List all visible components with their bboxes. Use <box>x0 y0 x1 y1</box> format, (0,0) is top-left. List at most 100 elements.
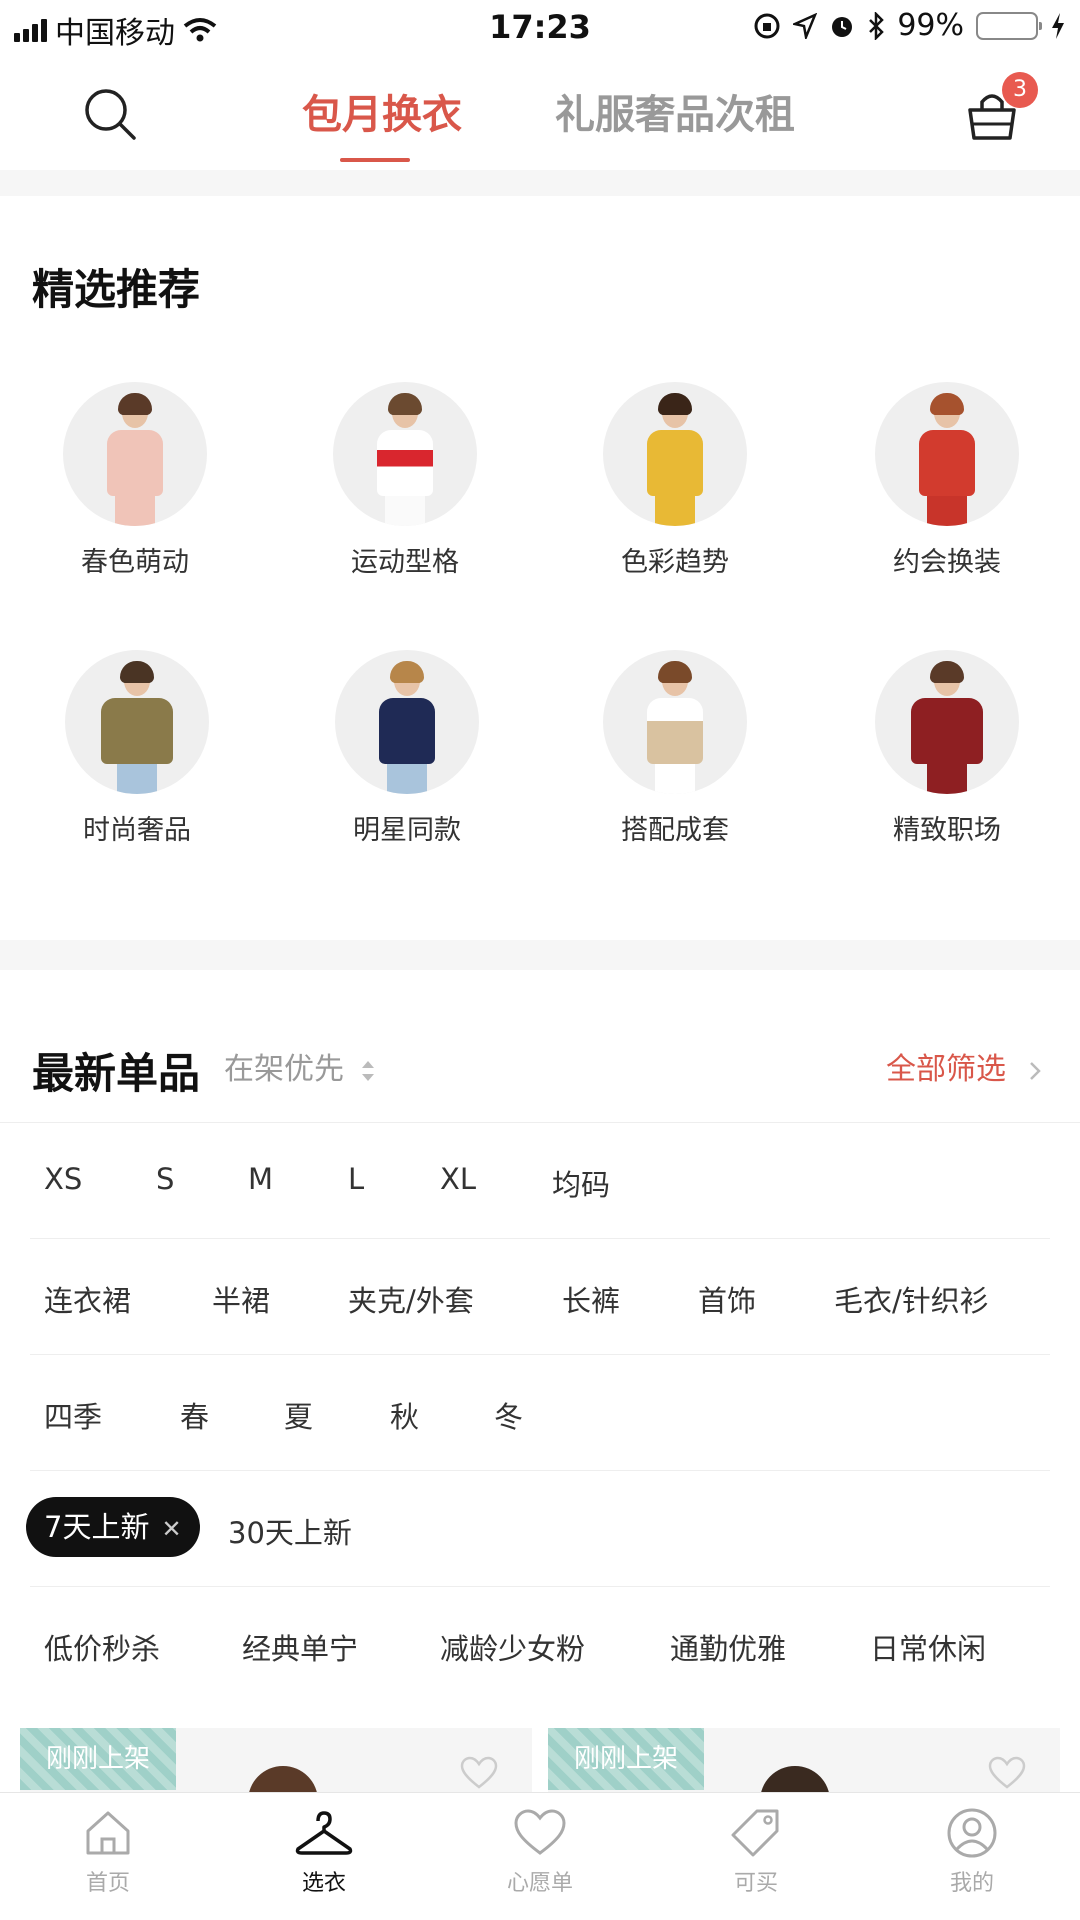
size-chip[interactable]: L <box>348 1162 364 1196</box>
tab-label: 我的 <box>949 1871 994 1896</box>
category-image <box>63 382 207 526</box>
season-chip[interactable]: 四季 <box>44 1394 102 1436</box>
category-label: 约会换装 <box>893 547 1001 578</box>
battery-percent: 99% <box>897 8 964 43</box>
category-item[interactable]: 时尚奢品 <box>37 650 237 847</box>
tab-home[interactable]: 首页 <box>48 1807 168 1897</box>
hanger-icon <box>295 1811 353 1855</box>
type-chip[interactable]: 连衣裙 <box>44 1278 131 1320</box>
category-image <box>65 650 209 794</box>
category-label: 色彩趋势 <box>621 547 729 578</box>
size-chip[interactable]: XS <box>44 1162 82 1196</box>
close-icon[interactable]: ✕ <box>161 1515 181 1543</box>
heart-icon[interactable] <box>988 1756 1026 1790</box>
style-chip[interactable]: 减龄少女粉 <box>440 1626 585 1668</box>
active-tab-indicator <box>340 158 410 162</box>
latest-title: 最新单品 <box>32 1049 201 1098</box>
tab-profile[interactable]: 我的 <box>912 1807 1032 1897</box>
category-image <box>603 650 747 794</box>
season-chip[interactable]: 冬 <box>494 1394 523 1436</box>
divider <box>30 1470 1050 1471</box>
heart-icon <box>514 1809 566 1855</box>
season-chip[interactable]: 夏 <box>284 1394 313 1436</box>
tag-icon <box>731 1809 779 1857</box>
category-image <box>335 650 479 794</box>
chevron-right-icon <box>1029 1061 1041 1080</box>
tab-label: 选衣 <box>301 1871 346 1896</box>
category-image <box>603 382 747 526</box>
section-divider <box>0 170 1080 196</box>
category-image <box>333 382 477 526</box>
filter-all-link[interactable]: 全部筛选 <box>886 1044 1044 1088</box>
tab-monthly-rental[interactable]: 包月换衣 <box>302 82 462 140</box>
category-label: 春色萌动 <box>81 547 189 578</box>
divider <box>30 1354 1050 1355</box>
sort-label: 在架优先 <box>224 1052 344 1087</box>
cart-count-badge: 3 <box>1002 72 1038 108</box>
filter-all-label: 全部筛选 <box>886 1052 1006 1087</box>
bottom-tab-bar: 首页 选衣 心愿单 可买 我的 <box>0 1792 1080 1920</box>
type-chip[interactable]: 半裙 <box>212 1278 270 1320</box>
size-chip[interactable]: M <box>248 1162 273 1196</box>
size-chip[interactable]: 均码 <box>552 1162 610 1204</box>
status-bar: 中国移动 17:23 99% <box>0 0 1080 54</box>
style-chip[interactable]: 日常休闲 <box>870 1626 986 1668</box>
season-chip[interactable]: 秋 <box>390 1394 419 1436</box>
status-right: 99% <box>753 8 1066 43</box>
search-icon[interactable] <box>80 84 140 144</box>
user-icon <box>947 1808 997 1858</box>
tab-buyable[interactable]: 可买 <box>696 1807 816 1897</box>
type-chip[interactable]: 夹克/外套 <box>348 1278 474 1320</box>
category-item[interactable]: 色彩趋势 <box>575 382 775 579</box>
category-item[interactable]: 春色萌动 <box>35 382 235 579</box>
category-image <box>875 650 1019 794</box>
style-chip[interactable]: 经典单宁 <box>242 1626 358 1668</box>
orientation-lock-icon <box>754 13 780 38</box>
new-tag: 刚刚上架 <box>548 1728 704 1790</box>
new-arrival-label: 7天上新 <box>44 1510 150 1544</box>
featured-title: 精选推荐 <box>32 265 201 314</box>
style-chip[interactable]: 低价秒杀 <box>44 1626 160 1668</box>
tab-wishlist[interactable]: 心愿单 <box>480 1807 600 1897</box>
divider <box>30 1238 1050 1239</box>
heart-icon[interactable] <box>460 1756 498 1790</box>
top-header: 包月换衣 礼服奢品次租 3 <box>0 60 1080 170</box>
tab-choose-clothes[interactable]: 选衣 <box>264 1807 384 1897</box>
sort-icon <box>361 1060 374 1081</box>
charging-icon <box>1052 12 1064 39</box>
category-label: 精致职场 <box>893 815 1001 846</box>
category-label: 搭配成套 <box>621 815 729 846</box>
category-image <box>875 382 1019 526</box>
new-arrival-chip[interactable]: 30天上新 <box>228 1510 352 1552</box>
tab-label: 心愿单 <box>506 1871 573 1896</box>
type-chip[interactable]: 毛衣/针织衫 <box>834 1278 989 1320</box>
section-divider <box>0 940 1080 970</box>
type-chip[interactable]: 长裤 <box>562 1278 620 1320</box>
category-item[interactable]: 运动型格 <box>305 382 505 579</box>
tab-label: 可买 <box>733 1871 778 1896</box>
category-label: 运动型格 <box>351 547 459 578</box>
category-item[interactable]: 精致职场 <box>847 650 1047 847</box>
season-chip[interactable]: 春 <box>180 1394 209 1436</box>
battery-icon <box>976 11 1042 40</box>
size-chip[interactable]: XL <box>440 1162 476 1196</box>
new-arrival-chip-active[interactable]: 7天上新 ✕ <box>26 1497 200 1557</box>
divider <box>30 1586 1050 1587</box>
location-icon <box>793 12 818 39</box>
alarm-icon <box>832 16 853 37</box>
tab-label: 首页 <box>85 1871 130 1896</box>
new-tag: 刚刚上架 <box>20 1728 176 1790</box>
tab-luxury-rental[interactable]: 礼服奢品次租 <box>555 82 795 140</box>
category-label: 明星同款 <box>353 815 461 846</box>
type-chip[interactable]: 首饰 <box>698 1278 756 1320</box>
divider <box>0 1122 1080 1123</box>
style-chip[interactable]: 通勤优雅 <box>670 1626 786 1668</box>
size-chip[interactable]: S <box>156 1162 174 1196</box>
category-item[interactable]: 明星同款 <box>307 650 507 847</box>
home-icon <box>86 1811 130 1855</box>
category-item[interactable]: 搭配成套 <box>575 650 775 847</box>
category-label: 时尚奢品 <box>83 815 191 846</box>
sort-control[interactable]: 在架优先 <box>224 1044 376 1088</box>
bluetooth-icon <box>869 11 885 40</box>
category-item[interactable]: 约会换装 <box>847 382 1047 579</box>
